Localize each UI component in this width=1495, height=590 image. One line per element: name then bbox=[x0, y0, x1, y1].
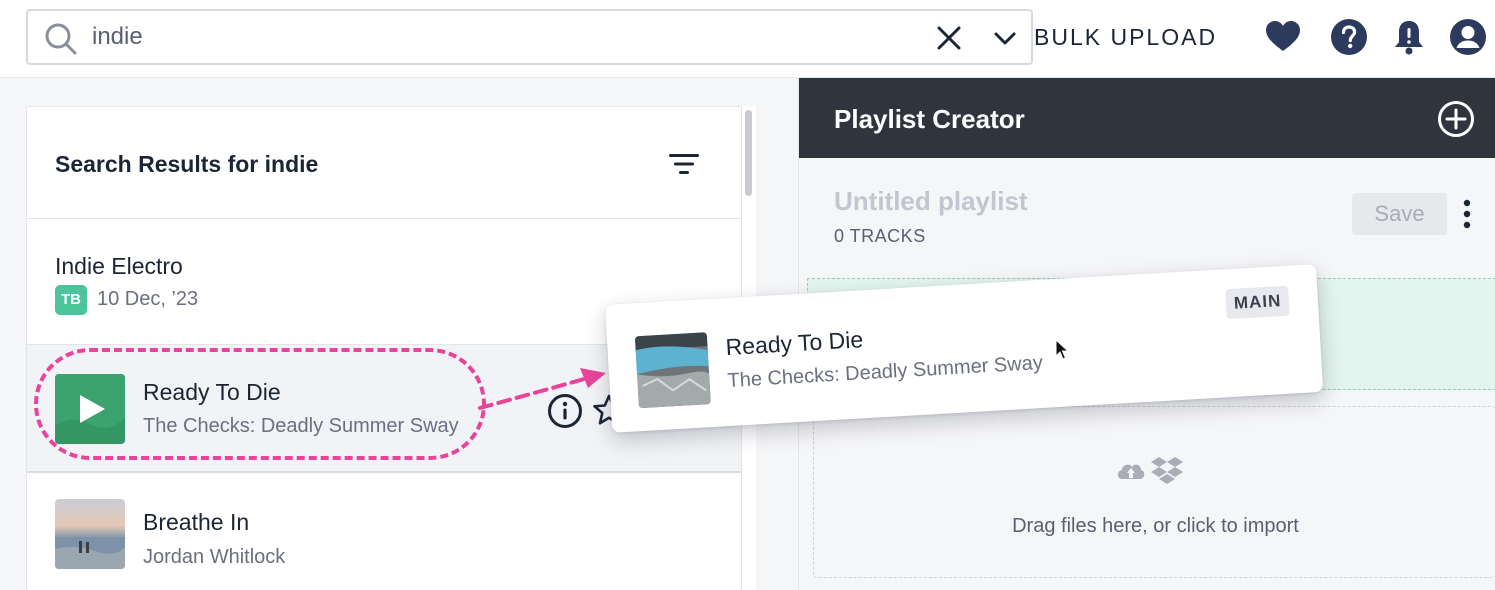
item-title: Indie Electro bbox=[55, 253, 183, 279]
search-icon bbox=[45, 23, 77, 55]
top-bar: BULK UPLOAD bbox=[0, 0, 1495, 78]
help-icon[interactable] bbox=[1330, 18, 1368, 56]
import-dropzone[interactable]: Drag files here, or click to import bbox=[813, 406, 1495, 578]
playlist-creator-title: Playlist Creator bbox=[834, 104, 1025, 134]
results-title: Search Results for indie bbox=[55, 151, 319, 177]
user-icon[interactable] bbox=[1449, 18, 1487, 56]
cloud-upload-icon bbox=[1117, 464, 1145, 479]
user-badge: TB bbox=[55, 285, 87, 315]
chevron-down-icon[interactable] bbox=[992, 25, 1018, 51]
info-icon[interactable] bbox=[547, 393, 583, 429]
import-icons bbox=[1117, 457, 1183, 484]
bulk-upload-button[interactable]: BULK UPLOAD bbox=[1034, 24, 1217, 51]
track-artwork bbox=[634, 332, 711, 409]
bell-icon[interactable] bbox=[1390, 18, 1428, 56]
save-button[interactable]: Save bbox=[1352, 193, 1447, 235]
cursor-icon bbox=[1055, 339, 1069, 360]
track-artwork[interactable] bbox=[55, 499, 125, 569]
item-title: Ready To Die bbox=[143, 379, 281, 405]
item-title: Breathe In bbox=[143, 509, 250, 535]
search-box[interactable] bbox=[26, 9, 1033, 65]
heart-icon[interactable] bbox=[1264, 18, 1302, 56]
clear-icon[interactable] bbox=[934, 23, 964, 53]
playlist-name[interactable]: Untitled playlist bbox=[834, 186, 1028, 217]
import-instructions: Drag files here, or click to import bbox=[1012, 515, 1299, 537]
drag-card-title: Ready To Die bbox=[724, 326, 864, 361]
track-artwork[interactable] bbox=[55, 374, 125, 444]
track-count: 0 TRACKS bbox=[834, 226, 926, 246]
add-circle-icon[interactable] bbox=[1437, 100, 1475, 138]
playlist-creator-header: Playlist Creator bbox=[799, 78, 1495, 158]
list-item[interactable]: Breathe In Jordan Whitlock bbox=[27, 473, 741, 590]
kebab-icon[interactable] bbox=[1459, 198, 1475, 232]
item-date: 10 Dec, ’23 bbox=[97, 288, 199, 310]
search-input[interactable] bbox=[92, 19, 932, 55]
version-badge: MAIN bbox=[1225, 285, 1291, 320]
dropbox-icon bbox=[1151, 457, 1183, 484]
filter-icon[interactable] bbox=[667, 149, 701, 179]
scrollbar-thumb[interactable] bbox=[745, 110, 752, 196]
item-subtitle: Jordan Whitlock bbox=[143, 546, 286, 568]
results-header: Search Results for indie bbox=[27, 107, 741, 219]
item-subtitle: The Checks: Deadly Summer Sway bbox=[143, 415, 459, 437]
play-icon[interactable] bbox=[55, 374, 125, 444]
